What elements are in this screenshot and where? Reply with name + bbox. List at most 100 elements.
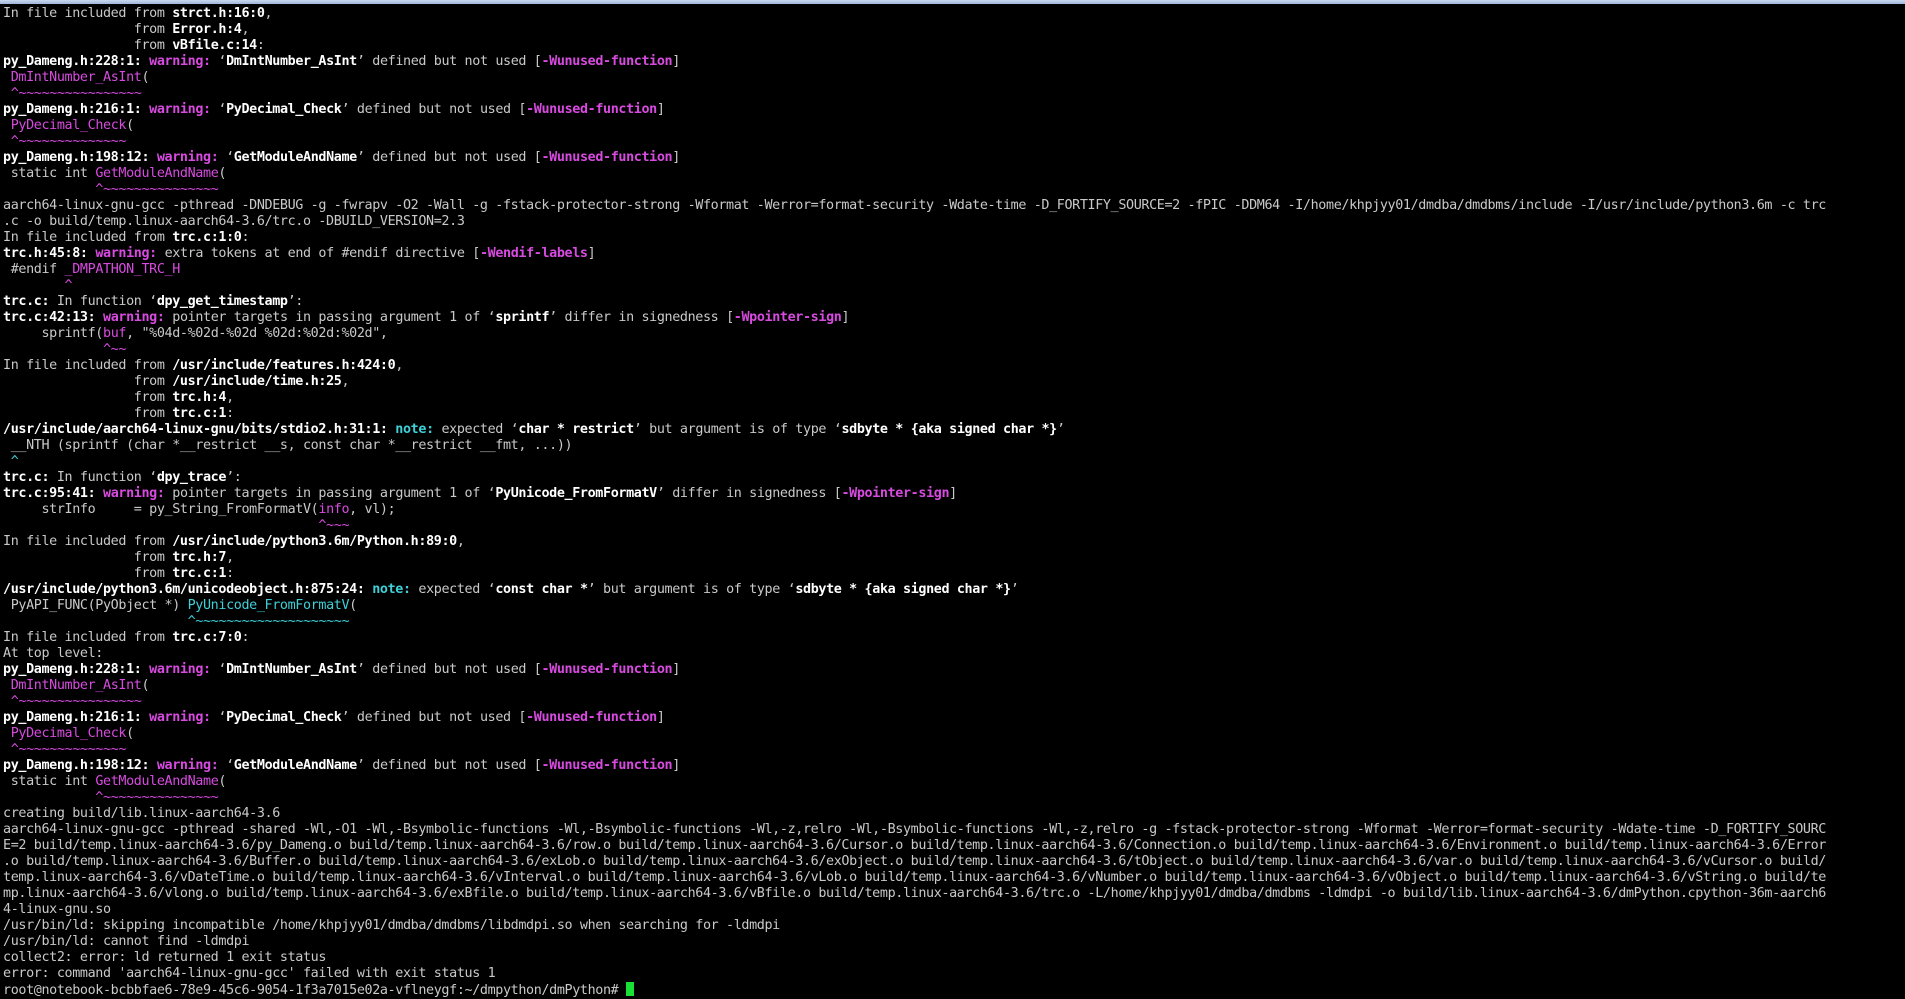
terminal-text: ^~~~~~~~~~~~~~~~ — [3, 790, 219, 805]
terminal-text: In file included from — [3, 230, 173, 245]
terminal-text: In file included from — [3, 630, 173, 645]
terminal-text: -Wunused-function — [541, 662, 673, 677]
terminal-line: DmIntNumber_AsInt( — [3, 678, 1826, 694]
terminal-text: -Wunused-function — [541, 150, 673, 165]
terminal-line: from /usr/include/time.h:25, — [3, 374, 1826, 390]
terminal-window[interactable]: In file included from strct.h:16:0, from… — [0, 4, 1905, 999]
terminal-text: ] — [949, 486, 957, 501]
terminal-text: ’: — [287, 294, 304, 309]
terminal-text: strInfo = py_String_FromFormatV( — [3, 502, 319, 517]
terminal-line: collect2: error: ld returned 1 exit stat… — [3, 950, 1826, 966]
terminal-text: ‘ — [218, 758, 234, 773]
terminal-text: , — [264, 6, 273, 21]
terminal-text: ^~~~~~~~~~~~~~~ — [3, 742, 127, 757]
terminal-text: py_Dameng.h:228:1: — [3, 662, 142, 677]
terminal-line: E=2 build/temp.linux-aarch64-3.6/py_Dame… — [3, 838, 1826, 854]
terminal-text: DmIntNumber_AsInt — [10, 70, 142, 85]
terminal-text: PyUnicode_FromFormatV — [495, 486, 657, 501]
terminal-line: temp.linux-aarch64-3.6/vDateTime.o build… — [3, 870, 1826, 886]
terminal-line: In file included from trc.c:7:0: — [3, 630, 1826, 646]
terminal-text: PyUnicode_FromFormatV — [187, 598, 350, 613]
terminal-line: #endif _DMPATHON_TRC_H — [3, 262, 1826, 278]
terminal-line: ^~~~~~~~~~~~~~~~~ — [3, 694, 1826, 710]
terminal-text: error: command 'aarch64-linux-gnu-gcc' f… — [3, 966, 496, 981]
terminal-text: ] — [656, 710, 665, 725]
terminal-text: 4-linux-gnu.so — [3, 902, 111, 917]
prompt-line[interactable]: root@notebook-bcbbfae6-78e9-45c6-9054-1f… — [3, 982, 1826, 998]
terminal-line: In file included from trc.c:1:0: — [3, 230, 1826, 246]
terminal-line: from trc.h:7, — [3, 550, 1826, 566]
terminal-text: note: — [395, 422, 434, 437]
terminal-text: /usr/bin/ld: cannot find -ldmdpi — [3, 934, 250, 949]
terminal-text: trc.c:1 — [172, 566, 227, 581]
terminal-text: strct.h:16:0 — [172, 6, 265, 21]
terminal-text: In file included from — [3, 358, 173, 373]
terminal-text: trc.c: — [3, 294, 50, 309]
terminal-line: In file included from /usr/include/pytho… — [3, 534, 1826, 550]
terminal-text: ’ — [1010, 582, 1019, 597]
terminal-line: trc.c:95:41: warning: pointer targets in… — [3, 486, 1826, 502]
terminal-text: , — [241, 22, 250, 37]
terminal-text: pointer targets in passing argument 1 of… — [164, 486, 496, 501]
terminal-line: /usr/bin/ld: skipping incompatible /home… — [3, 918, 1826, 934]
terminal-text: warning: — [95, 246, 157, 261]
terminal-text: dpy_trace — [156, 470, 227, 485]
terminal-text: sdbyte * {aka signed char *} — [795, 582, 1011, 597]
terminal-line: PyAPI_FUNC(PyObject *) PyUnicode_FromFor… — [3, 598, 1826, 614]
terminal-text: buf — [103, 326, 127, 341]
terminal-text: ] — [672, 54, 680, 69]
terminal-line: trc.c: In function ‘dpy_trace’: — [3, 470, 1826, 486]
terminal-text: aarch64-linux-gnu-gcc -pthread -DNDEBUG … — [3, 198, 1826, 213]
terminal-text: ‘ — [218, 150, 234, 165]
terminal-text: ’ defined but not used [ — [341, 102, 527, 117]
terminal-text: ^~~~ — [3, 518, 350, 533]
terminal-text: from — [3, 374, 173, 389]
terminal-text: ‘ — [210, 662, 227, 677]
terminal-text: -Wunused-function — [541, 54, 673, 69]
terminal-text: static int — [3, 774, 96, 789]
terminal-text: At top level: — [3, 646, 103, 661]
terminal-text: collect2: error: ld returned 1 exit stat… — [3, 950, 327, 965]
terminal-text: , — [226, 390, 234, 405]
terminal-line: DmIntNumber_AsInt( — [3, 70, 1826, 86]
terminal-text: mp.linux-aarch64-3.6/vlong.o build/temp.… — [3, 886, 1826, 901]
terminal-line: /usr/include/python3.6m/unicodeobject.h:… — [3, 582, 1826, 598]
terminal-text: trc.c:95:41: — [3, 486, 96, 501]
terminal-text: ] — [841, 310, 850, 325]
terminal-line: aarch64-linux-gnu-gcc -pthread -DNDEBUG … — [3, 198, 1826, 214]
terminal-line: In file included from /usr/include/featu… — [3, 358, 1826, 374]
terminal-text: note: — [372, 582, 411, 597]
terminal-text: ( — [218, 166, 227, 181]
terminal-line: ^~~~~~~~~~~~~~~ — [3, 742, 1826, 758]
terminal-text: trc.h:7 — [172, 550, 227, 565]
terminal-text: : — [256, 38, 265, 53]
terminal-text: ] — [672, 150, 680, 165]
terminal-text: py_Dameng.h:198:12: — [3, 758, 150, 773]
terminal-line: strInfo = py_String_FromFormatV(info, vl… — [3, 502, 1826, 518]
terminal-text: GetModuleAndName — [233, 150, 357, 165]
terminal-text: PyDecimal_Check — [226, 102, 342, 117]
terminal-text: py_Dameng.h:216:1: — [3, 710, 142, 725]
terminal-text: ^~~~~~~~~~~~~~~ — [3, 134, 127, 149]
terminal-line: .c -o build/temp.linux-aarch64-3.6/trc.o… — [3, 214, 1826, 230]
terminal-text: , — [395, 358, 404, 373]
terminal-line: py_Dameng.h:228:1: warning: ‘DmIntNumber… — [3, 662, 1826, 678]
terminal-text: ] — [672, 662, 680, 677]
terminal-text: char * restrict — [518, 422, 634, 437]
terminal-line: static int GetModuleAndName( — [3, 774, 1826, 790]
terminal-line: ^~~~~~~~~~~~~~~~ — [3, 182, 1826, 198]
terminal-text: ’ defined but not used [ — [341, 710, 527, 725]
terminal-text: warning: — [103, 310, 165, 325]
text-cursor — [626, 982, 635, 996]
terminal-line: trc.c:42:13: warning: pointer targets in… — [3, 310, 1826, 326]
terminal-text: PyDecimal_Check — [10, 118, 127, 133]
terminal-text: ( — [141, 678, 150, 693]
terminal-text: aarch64-linux-gnu-gcc -pthread -shared -… — [3, 822, 1826, 837]
terminal-line: PyDecimal_Check( — [3, 118, 1826, 134]
terminal-line: py_Dameng.h:216:1: warning: ‘PyDecimal_C… — [3, 102, 1826, 118]
terminal-text: trc.c:1:0 — [172, 230, 242, 245]
terminal-text: -Wpointer-sign — [733, 310, 842, 325]
